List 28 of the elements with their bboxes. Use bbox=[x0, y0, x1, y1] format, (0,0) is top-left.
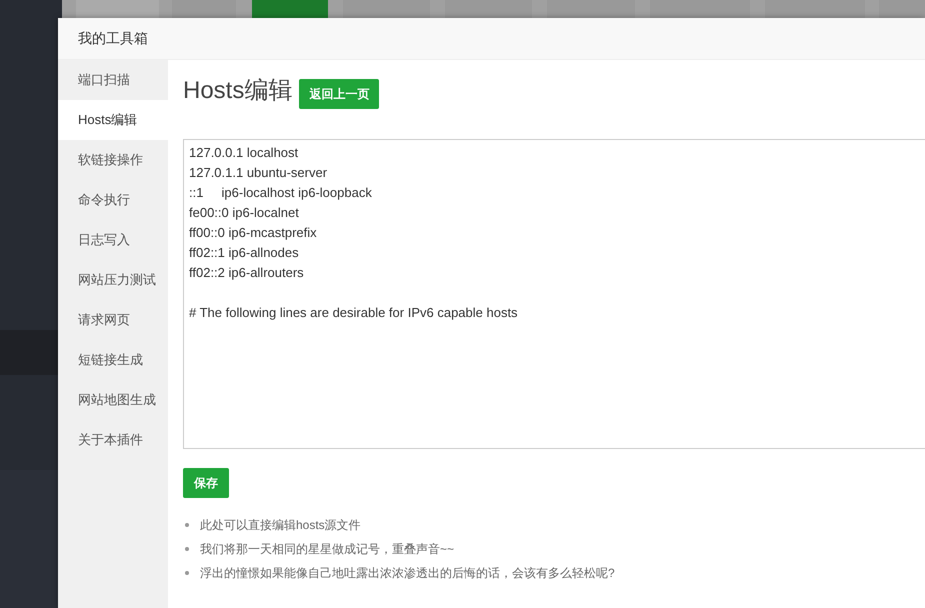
sidebar-item[interactable]: 端口扫描 bbox=[58, 60, 168, 100]
note-text: 我们将那一天相同的星星做成记号，重叠声音~~ bbox=[200, 540, 454, 558]
category-tab[interactable] bbox=[343, 0, 430, 18]
category-tab[interactable] bbox=[252, 0, 328, 18]
sidebar-item[interactable]: 关于本插件 bbox=[58, 420, 168, 460]
category-tab[interactable] bbox=[172, 0, 236, 18]
bullet-icon bbox=[185, 523, 189, 527]
category-tab[interactable] bbox=[765, 0, 865, 18]
note-text: 浮出的憧憬如果能像自己地吐露出浓浓渗透出的后悔的话，会该有多么轻松呢? bbox=[200, 564, 615, 582]
sidebar-item[interactable]: 命令执行 bbox=[58, 180, 168, 220]
bullet-icon bbox=[185, 547, 189, 551]
page-heading: Hosts编辑 bbox=[183, 76, 292, 106]
sidebar-item[interactable]: 网站压力测试 bbox=[58, 260, 168, 300]
sidebar-item[interactable]: Hosts编辑 bbox=[58, 100, 168, 140]
category-tab[interactable] bbox=[879, 0, 925, 18]
sidebar-item[interactable]: 网站地图生成 bbox=[58, 380, 168, 420]
category-tab[interactable] bbox=[76, 0, 159, 18]
dialog-title: 我的工具箱 bbox=[78, 30, 148, 48]
sidebar-item[interactable]: 短链接生成 bbox=[58, 340, 168, 380]
bullet-icon bbox=[185, 571, 189, 575]
category-tab[interactable] bbox=[445, 0, 532, 18]
sidebar-item[interactable]: 软链接操作 bbox=[58, 140, 168, 180]
sidebar-item[interactable]: 请求网页 bbox=[58, 300, 168, 340]
category-tab[interactable] bbox=[650, 0, 750, 18]
category-tab[interactable] bbox=[547, 0, 635, 18]
sidebar-item[interactable]: 日志写入 bbox=[58, 220, 168, 260]
hosts-textarea[interactable]: 127.0.0.1 localhost 127.0.1.1 ubuntu-server ::1 ip6-localhost ip6-loopback fe00::0 ip6-localnet ff00::0 ip6-mcastprefix ff02::1 ip6-allnodes ff02::2 ip6-allrouters # The following lines are desirable for IPv6 capable hosts bbox=[183, 139, 925, 449]
note-text: 此处可以直接编辑hosts源文件 bbox=[200, 516, 361, 534]
